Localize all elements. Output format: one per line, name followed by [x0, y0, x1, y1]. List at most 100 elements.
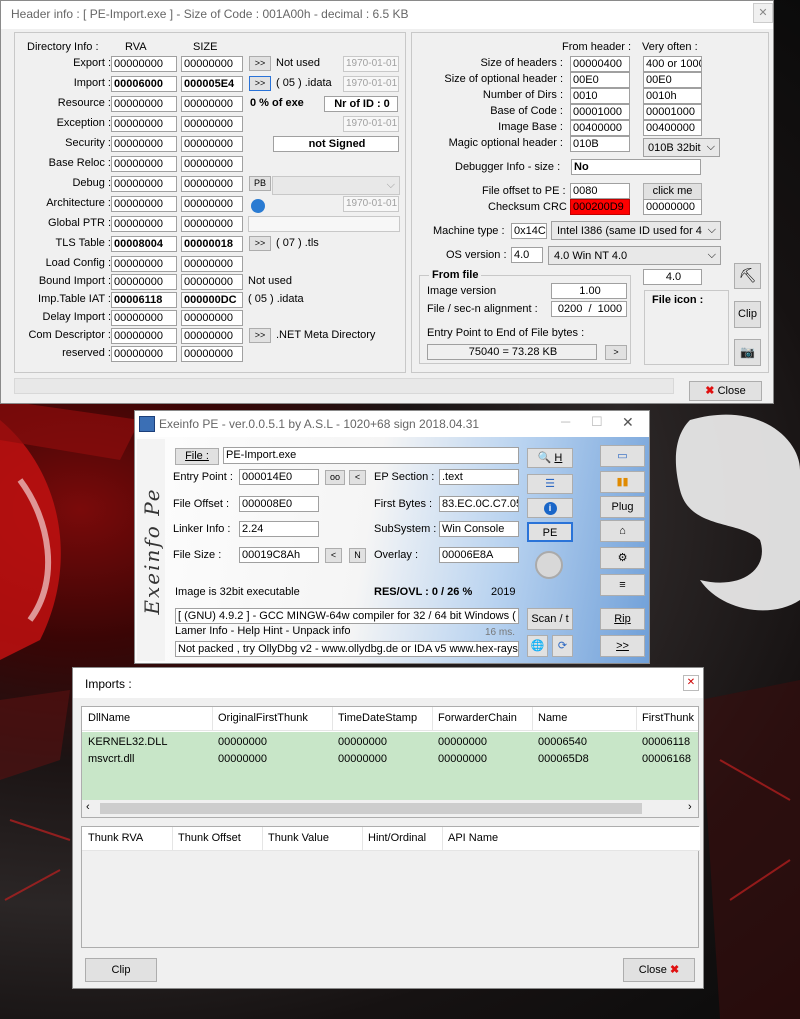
directory-expand-button[interactable]: >>	[249, 236, 271, 251]
pe-button[interactable]: PE	[527, 522, 573, 542]
directory-expand-button[interactable]: >>	[249, 76, 271, 91]
oo-button[interactable]: oo	[325, 470, 345, 485]
globe-button[interactable]: 🌐	[527, 635, 548, 657]
imports-cell[interactable]: 00000000	[218, 736, 267, 748]
imports-cell[interactable]: 00006540	[538, 736, 587, 748]
horizontal-scrollbar[interactable]: ‹ ›	[82, 800, 698, 817]
column-divider[interactable]	[332, 707, 333, 731]
machine-type-select[interactable]: Intel I386 (same ID used for 4 ⌵	[551, 221, 721, 240]
close-label: Close	[717, 385, 746, 397]
thunk-column-header[interactable]: Thunk Value	[268, 832, 329, 844]
rip-button[interactable]: Rip	[600, 608, 645, 630]
info-icon: i	[543, 502, 557, 515]
directory-size-field: 00000000	[181, 216, 243, 232]
thunk-column-header[interactable]: API Name	[448, 832, 498, 844]
sections-button[interactable]: ☰	[527, 474, 573, 494]
imports-cell[interactable]: 00000000	[438, 753, 487, 765]
folder-button[interactable]: ▭	[600, 445, 645, 467]
imports-column-header[interactable]: FirstThunk	[642, 712, 694, 724]
thunk-column-header[interactable]: Thunk Offset	[178, 832, 241, 844]
magic-select[interactable]: 010B 32bit ⌵	[643, 138, 720, 157]
imports-cell[interactable]: 00000000	[438, 736, 487, 748]
camera-button[interactable]: 📷	[734, 339, 761, 366]
column-divider[interactable]	[432, 707, 433, 731]
home-button[interactable]: ⌂	[600, 520, 645, 542]
directory-expand-button[interactable]: >>	[249, 328, 271, 343]
architecture-arrow-icon[interactable]	[251, 199, 265, 213]
imports-cell[interactable]: 00000000	[338, 753, 387, 765]
column-divider[interactable]	[212, 707, 213, 731]
thunk-column-header[interactable]: Hint/Ordinal	[368, 832, 426, 844]
compiler-info-field: [ (GNU) 4.9.2 ] - GCC MINGW-64w compiler…	[175, 608, 519, 624]
scroll-left-icon[interactable]: ‹	[86, 801, 90, 813]
directory-expand-button[interactable]: PB	[249, 176, 271, 191]
file-offset-label: File Offset :	[173, 498, 230, 510]
stats-button[interactable]: ▮▮	[600, 471, 645, 493]
imports-column-header[interactable]: TimeDateStamp	[338, 712, 417, 724]
imports-cell[interactable]: 00000000	[338, 736, 387, 748]
close-icon[interactable]: ✕	[622, 414, 634, 431]
imports-clip-button[interactable]: Clip	[85, 958, 157, 982]
entry-expand-button[interactable]: >	[605, 345, 627, 360]
header-clip-button[interactable]: Clip	[734, 301, 761, 328]
file-button[interactable]: File :	[175, 448, 219, 465]
imports-cell[interactable]: 000065D8	[538, 753, 589, 765]
file-size-prev-button[interactable]: <	[325, 548, 342, 563]
column-divider[interactable]	[362, 827, 363, 851]
entry-to-end-label: Entry Point to End of File bytes :	[427, 327, 585, 339]
close-x-icon: ✖	[669, 964, 680, 976]
directory-note: ( 07 ) .tls	[276, 237, 319, 249]
pe-header-label: Image Base :	[498, 121, 563, 133]
chevron-down-icon: ⌵	[706, 141, 715, 153]
prev-button[interactable]: <	[349, 470, 366, 485]
os-version-select[interactable]: 4.0 Win NT 4.0 ⌵	[548, 246, 721, 265]
checksum-calc-field: 00000000	[643, 199, 702, 215]
info-button[interactable]: i	[527, 498, 573, 518]
tools-button[interactable]: ⚙	[600, 547, 645, 569]
scrollbar-thumb[interactable]	[100, 803, 642, 814]
plug-button[interactable]: Plug	[600, 496, 645, 518]
imports-cell[interactable]: 00000000	[218, 753, 267, 765]
column-divider[interactable]	[262, 827, 263, 851]
imports-column-header[interactable]: DllName	[88, 712, 130, 724]
menu-button[interactable]: ≡	[600, 574, 645, 596]
ep-section-field: .text	[439, 469, 519, 485]
search-h-button[interactable]: 🔍 H	[527, 448, 573, 468]
imports-column-header[interactable]: Name	[538, 712, 567, 724]
next-button[interactable]: >>	[600, 635, 645, 657]
lamer-info-label[interactable]: Lamer Info - Help Hint - Unpack info	[175, 625, 350, 637]
close-icon[interactable]: ✕	[683, 675, 699, 691]
wizard-button[interactable]: ⛏	[734, 263, 761, 289]
column-divider[interactable]	[442, 827, 443, 851]
imports-column-header[interactable]: OriginalFirstThunk	[218, 712, 308, 724]
click-me-button[interactable]: click me	[643, 183, 702, 200]
imports-column-header[interactable]: ForwarderChain	[438, 712, 517, 724]
thunk-column-header[interactable]: Thunk RVA	[88, 832, 143, 844]
imports-cell[interactable]: 00006118	[642, 736, 690, 748]
window-title: Header info : [ PE-Import.exe ] - Size o…	[11, 7, 409, 21]
directory-label: Import :	[73, 77, 111, 89]
pe-header-often: 00E0	[643, 72, 702, 88]
directory-expand-button[interactable]: >>	[249, 56, 271, 71]
imports-cell[interactable]: 00006168	[642, 753, 691, 765]
debug-dropdown[interactable]: ⌵	[272, 176, 400, 195]
scroll-right-icon[interactable]: ›	[688, 801, 692, 813]
close-icon[interactable]: ✕	[753, 3, 773, 23]
column-divider[interactable]	[532, 707, 533, 731]
header-close-button[interactable]: ✖ Close	[689, 381, 762, 401]
file-size-label: File Size :	[173, 549, 222, 561]
imports-cell[interactable]: msvcrt.dll	[88, 753, 134, 765]
subsystem-field: Win Console	[439, 521, 519, 537]
directory-size-field: 00000000	[181, 346, 243, 362]
minimize-icon[interactable]: ─	[561, 414, 570, 429]
directory-note: .NET Meta Directory	[276, 329, 376, 341]
column-divider[interactable]	[172, 827, 173, 851]
scan-button[interactable]: Scan / t	[527, 608, 573, 630]
n-button[interactable]: N	[349, 548, 366, 563]
file-path-field[interactable]: PE-Import.exe	[223, 447, 519, 464]
refresh-button[interactable]: ⟳	[552, 635, 573, 657]
imports-close-button[interactable]: Close ✖	[623, 958, 695, 982]
column-divider[interactable]	[636, 707, 637, 731]
maximize-icon[interactable]: ☐	[591, 414, 603, 430]
imports-cell[interactable]: KERNEL32.DLL	[88, 736, 168, 748]
